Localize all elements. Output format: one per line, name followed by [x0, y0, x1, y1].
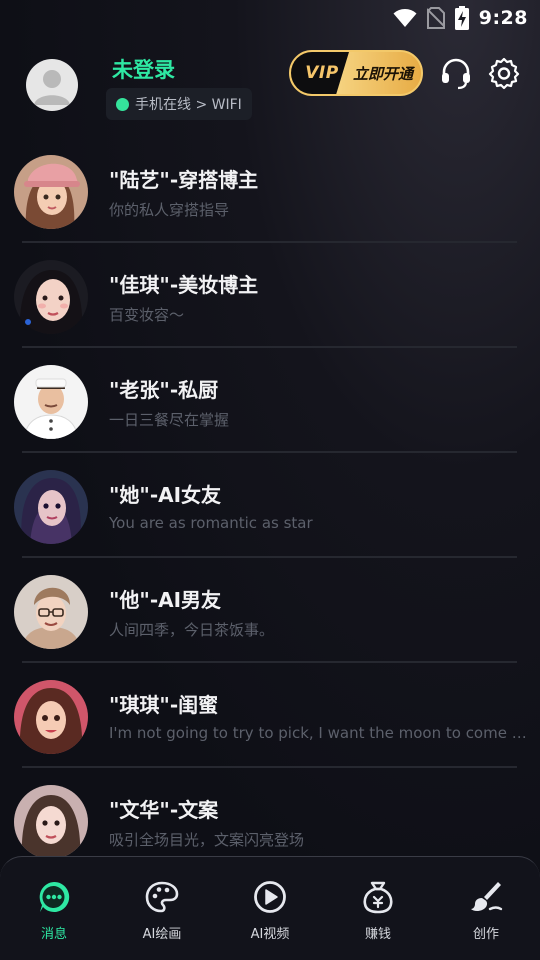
chat-title: "陆艺"-穿搭博主 — [109, 168, 259, 192]
tab-earn-money[interactable]: 赚钱 — [324, 857, 432, 960]
chat-subtitle: You are as romantic as star — [109, 514, 313, 532]
chat-title: "她"-AI女友 — [109, 483, 222, 507]
chat-subtitle: 吸引全场目光，文案闪亮登场 — [109, 831, 305, 849]
chat-item-qiqi[interactable]: "琪琪"-闺蜜 I'm not going to try to pick, I … — [0, 649, 540, 768]
headset-icon[interactable] — [439, 56, 473, 90]
settings-gear-icon[interactable] — [487, 56, 521, 90]
chat-item-ai-girlfriend[interactable]: "她"-AI女友 You are as romantic as star — [0, 439, 540, 558]
status-bar: 9:28 — [0, 0, 540, 36]
vip-open-label: 立即开通 — [335, 52, 421, 94]
palette-icon — [144, 879, 180, 915]
login-status-label[interactable]: 未登录 — [112, 54, 175, 84]
chat-title: "琪琪"-闺蜜 — [109, 693, 219, 717]
profile-header: 未登录 手机在线 > WIFI VIP 立即开通 — [0, 48, 540, 124]
nav-label: AI视频 — [250, 927, 290, 942]
status-time: 9:28 — [478, 7, 528, 29]
no-sim-icon — [426, 7, 445, 29]
chat-item-laozhang[interactable]: "老张"-私厨 一日三餐尽在掌握 — [0, 334, 540, 453]
tab-ai-video[interactable]: AI视频 — [216, 857, 324, 960]
chat-title: "老张"-私厨 — [109, 378, 219, 402]
brush-icon — [468, 879, 504, 915]
avatar[interactable] — [26, 59, 78, 111]
message-bubble-icon — [36, 879, 72, 915]
nav-label: 赚钱 — [364, 927, 391, 942]
bottom-nav: 消息 AI绘画 AI视频 赚钱 创作 — [0, 856, 540, 960]
network-status-text: 手机在线 > WIFI — [135, 97, 242, 113]
online-dot-icon — [116, 97, 129, 111]
network-status-chip: 手机在线 > WIFI — [106, 88, 252, 120]
play-circle-icon — [252, 879, 288, 915]
battery-charging-icon — [454, 6, 469, 30]
tab-create[interactable]: 创作 — [432, 857, 540, 960]
chat-item-wenhua[interactable]: "文华"-文案 吸引全场目光，文案闪亮登场 — [0, 754, 540, 859]
chat-avatar — [14, 575, 88, 649]
chat-subtitle: 你的私人穿搭指导 — [109, 201, 230, 219]
nav-label: 消息 — [40, 927, 67, 942]
default-user-icon — [34, 70, 70, 105]
chat-subtitle: 人间四季，今日茶饭事。 — [109, 621, 275, 639]
chat-subtitle: I'm not going to try to pick, I want the… — [109, 724, 527, 742]
chat-subtitle: 百变妆容～ — [109, 306, 185, 324]
chat-list: "陆艺"-穿搭博主 你的私人穿搭指导 "佳琪"-美妆博主 百变妆容～ "老张"-… — [0, 124, 540, 859]
vip-open-button[interactable]: VIP 立即开通 — [289, 50, 423, 96]
chat-item-ai-boyfriend[interactable]: "他"-AI男友 人间四季，今日茶饭事。 — [0, 544, 540, 663]
chat-avatar — [14, 260, 88, 334]
money-bag-icon — [360, 879, 396, 915]
app-screen: 9:28 未登录 手机在线 > WIFI VIP 立即开通 "陆艺"-穿搭博主 … — [0, 0, 540, 960]
chat-subtitle: 一日三餐尽在掌握 — [109, 411, 230, 429]
tab-ai-painting[interactable]: AI绘画 — [108, 857, 216, 960]
chat-title: "佳琪"-美妆博主 — [109, 273, 259, 297]
chat-item-jiaqi[interactable]: "佳琪"-美妆博主 百变妆容～ — [0, 229, 540, 348]
chat-title: "文华"-文案 — [109, 798, 219, 822]
chat-avatar — [14, 365, 88, 439]
wifi-icon — [393, 8, 417, 28]
chat-avatar — [14, 680, 88, 754]
tab-messages[interactable]: 消息 — [0, 857, 108, 960]
chat-title: "他"-AI男友 — [109, 588, 222, 612]
chat-avatar — [14, 470, 88, 544]
chat-avatar — [14, 785, 88, 859]
chat-item-luyi[interactable]: "陆艺"-穿搭博主 你的私人穿搭指导 — [0, 124, 540, 243]
nav-label: 创作 — [472, 927, 499, 942]
nav-label: AI绘画 — [142, 927, 182, 942]
chat-avatar — [14, 155, 88, 229]
